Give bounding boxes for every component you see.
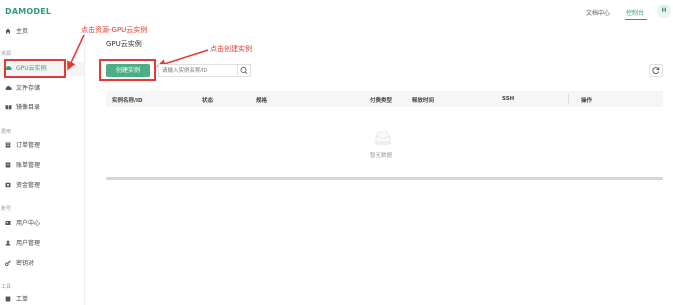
table-horizontal-scrollbar[interactable] <box>106 177 663 180</box>
sidebar-item-orders[interactable]: 订单管理 <box>0 139 84 153</box>
annotation-arrows <box>67 34 209 71</box>
sidebar-item-file-storage[interactable]: 文件存储 <box>0 82 84 96</box>
sidebar-item-label: 资金管理 <box>16 182 41 189</box>
users-icon <box>5 240 11 246</box>
sidebar-item-keys[interactable]: 密钥对 <box>0 257 84 271</box>
table-header: 实例名称/ID 状态 规格 付费类型 释放时间 SSH 操作 <box>106 91 663 107</box>
cloud-storage-icon <box>5 85 12 91</box>
active-nav-indicator <box>625 19 647 20</box>
column-header-spec: 规格 <box>256 98 268 104</box>
empty-state-text: 暂无数据 <box>370 153 393 159</box>
sidebar-item-label: 密钥对 <box>16 260 35 267</box>
sidebar-divider <box>84 24 85 305</box>
nav-console-link[interactable]: 控制台 <box>626 8 644 17</box>
ticket-icon <box>5 296 11 302</box>
nav-docs-link[interactable]: 文档中心 <box>586 8 610 17</box>
sidebar-item-label: 账单管理 <box>16 162 41 169</box>
sidebar-item-label: 镜像目录 <box>16 104 41 111</box>
column-header-ssh: SSH <box>502 96 515 102</box>
user-avatar[interactable]: H <box>657 4 671 18</box>
refresh-button[interactable] <box>649 64 663 77</box>
page-title: GPU云实例 <box>106 40 142 48</box>
sidebar-item-label: 用户中心 <box>16 220 41 227</box>
empty-inbox-icon <box>374 131 392 146</box>
sidebar-group-account: 账号 <box>1 206 12 212</box>
sidebar-item-user-center[interactable]: 用户中心 <box>0 217 84 231</box>
brand-logo[interactable]: DAMODEL <box>5 7 51 16</box>
sidebar-item-label: 工单 <box>16 296 29 303</box>
column-header-actions: 操作 <box>581 98 593 104</box>
sidebar-item-label: 主页 <box>16 28 29 35</box>
sidebar-item-funds[interactable]: 资金管理 <box>0 179 84 193</box>
wallet-icon <box>5 182 11 188</box>
column-header-status: 状态 <box>202 98 214 104</box>
column-header-release-time: 释放时间 <box>412 98 435 104</box>
search-button[interactable] <box>237 64 251 77</box>
user-center-icon <box>5 220 11 226</box>
sidebar-group-tools: 工具 <box>1 284 12 290</box>
column-header-name: 实例名称/ID <box>112 98 143 104</box>
create-instance-button[interactable]: 创建实例 <box>106 64 150 77</box>
sidebar-item-user-mgmt[interactable]: 用户管理 <box>0 237 84 251</box>
sidebar-item-label: 文件存储 <box>16 85 41 92</box>
sidebar-item-image-dir[interactable]: 镜像目录 <box>0 101 84 115</box>
sidebar-item-label: 用户管理 <box>16 240 41 247</box>
sidebar-item-tickets[interactable]: 工单 <box>0 293 84 305</box>
annotation-text-create: 点击创建实例 <box>210 45 252 53</box>
sidebar-item-label: 订单管理 <box>16 142 41 149</box>
sidebar-group-billing: 费用 <box>1 129 12 135</box>
book-icon <box>5 104 12 110</box>
annotation-text-sidebar: 点击资源-GPU云实例 <box>81 26 148 34</box>
order-icon <box>5 142 11 148</box>
key-icon <box>5 260 11 266</box>
instance-search-input[interactable] <box>158 64 238 77</box>
annotation-box-sidebar <box>4 59 66 78</box>
column-divider <box>568 94 569 104</box>
sidebar-item-bills[interactable]: 账单管理 <box>0 159 84 173</box>
column-header-billing-type: 付费类型 <box>370 98 393 104</box>
search-icon <box>240 66 248 75</box>
bill-icon <box>5 162 11 168</box>
sidebar-item-home[interactable]: 主页 <box>0 25 84 39</box>
home-icon <box>5 28 11 34</box>
top-header: DAMODEL 文档中心 控制台 H <box>0 0 673 24</box>
sidebar-group-resources: 资源 <box>1 51 12 57</box>
refresh-icon <box>652 67 660 75</box>
